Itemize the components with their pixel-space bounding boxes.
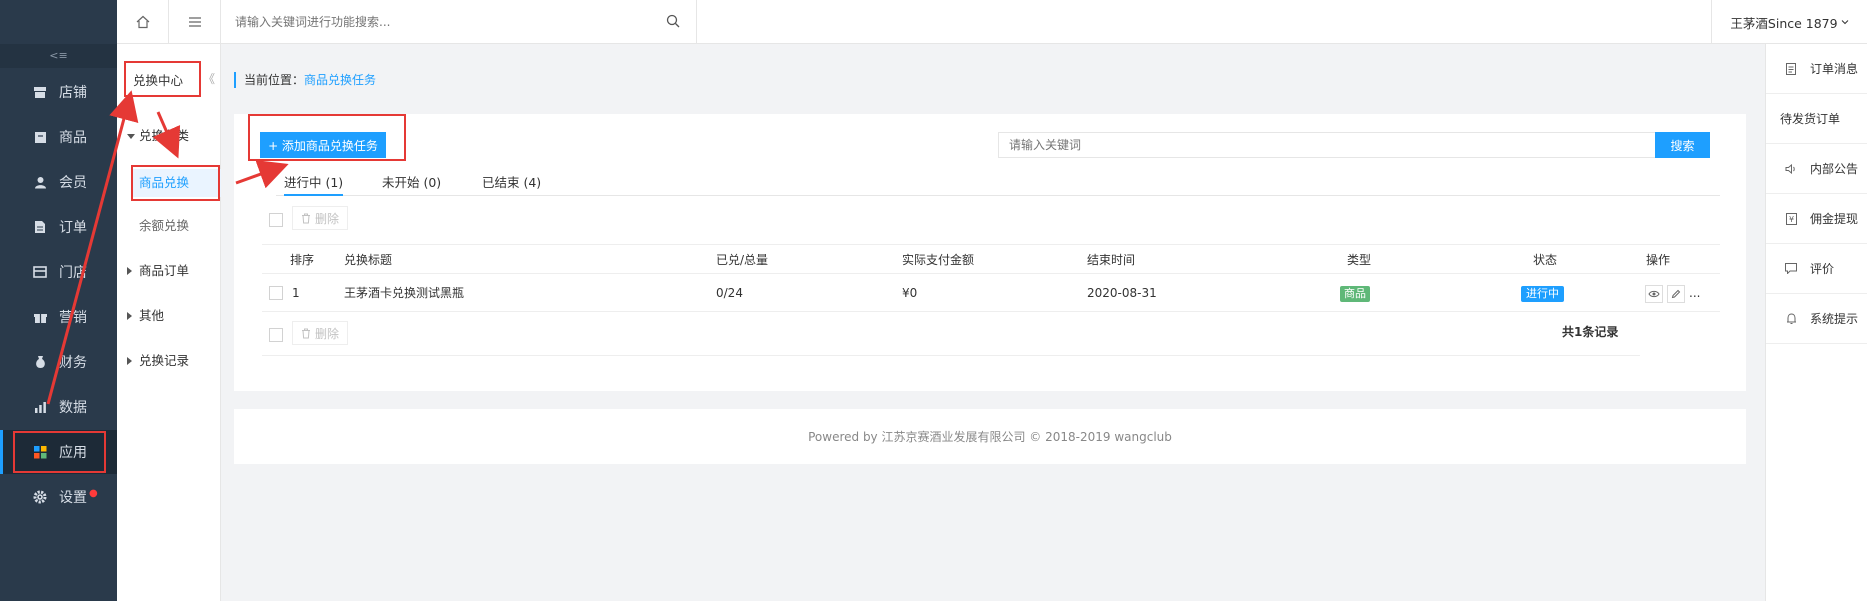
member-icon bbox=[33, 175, 47, 189]
search-icon[interactable] bbox=[666, 14, 680, 28]
user-menu[interactable]: 王茅酒Since 1879 bbox=[1711, 0, 1867, 44]
menu-toggle-button[interactable] bbox=[169, 0, 221, 44]
right-panel: 订单消息 待发货订单 内部公告 ¥ 佣金提现 评价 系统提示 bbox=[1765, 44, 1867, 601]
finance-icon bbox=[33, 355, 47, 369]
tab-ended[interactable]: 已结束 (4) bbox=[482, 172, 541, 196]
bulk-delete-button[interactable]: 删除 bbox=[292, 206, 349, 230]
sub-nav-group-category[interactable]: 兑换分类 bbox=[117, 126, 221, 146]
edit-button[interactable] bbox=[1667, 285, 1685, 303]
bell-icon bbox=[1784, 312, 1798, 325]
caret-right-icon bbox=[127, 357, 132, 365]
trash-icon bbox=[302, 213, 310, 223]
status-badge: 进行中 bbox=[1521, 286, 1564, 302]
annotation-box-apps bbox=[13, 431, 106, 473]
caret-right-icon bbox=[127, 267, 132, 275]
right-item-order-messages[interactable]: 订单消息 bbox=[1766, 44, 1867, 94]
right-item-pending-shipment[interactable]: 待发货订单 bbox=[1766, 94, 1867, 144]
total-records: 共1条记录 bbox=[1562, 325, 1619, 339]
sub-nav-collapse-icon[interactable]: 《 bbox=[203, 70, 215, 87]
data-icon bbox=[33, 400, 47, 414]
shop-icon bbox=[33, 265, 47, 279]
sidebar-item-goods[interactable]: 商品 bbox=[0, 115, 117, 159]
user-label: 王茅酒Since 1879 bbox=[1730, 15, 1838, 31]
footer: Powered by 江苏京赛酒业发展有限公司 © 2018-2019 wang… bbox=[234, 409, 1746, 464]
right-item-commission-withdraw[interactable]: ¥ 佣金提现 bbox=[1766, 194, 1867, 244]
status-tabs: 进行中 (1) 未开始 (0) 已结束 (4) bbox=[276, 168, 1720, 196]
tab-in-progress[interactable]: 进行中 (1) bbox=[284, 172, 344, 196]
tab-not-started[interactable]: 未开始 (0) bbox=[382, 172, 441, 196]
order-icon bbox=[33, 220, 47, 234]
more-actions-button[interactable]: ... bbox=[1689, 274, 1700, 312]
settings-notification-dot: ● bbox=[89, 487, 98, 499]
caret-right-icon bbox=[127, 134, 135, 143]
home-icon bbox=[136, 15, 149, 29]
store-icon bbox=[33, 85, 47, 99]
annotation-box-goods-exchange bbox=[131, 165, 220, 201]
sidebar-item-order[interactable]: 订单 bbox=[0, 205, 117, 249]
table-row: 1 王茅酒卡兑换测试黑瓶 0/24 ¥0 2020-08-31 商品 进行中 .… bbox=[262, 274, 1720, 312]
function-search-input[interactable] bbox=[235, 15, 655, 29]
search-button[interactable]: 搜索 bbox=[1655, 132, 1710, 158]
sidebar-item-data[interactable]: 数据 bbox=[0, 385, 117, 429]
exchange-task-table: 排序 兑换标题 已兑/总量 实际支付金额 结束时间 类型 状态 操作 1 王茅酒… bbox=[262, 244, 1720, 312]
sidebar-item-marketing[interactable]: 营销 bbox=[0, 295, 117, 339]
right-item-announcements[interactable]: 内部公告 bbox=[1766, 144, 1867, 194]
caret-right-icon bbox=[127, 312, 132, 320]
home-button[interactable] bbox=[117, 0, 169, 44]
comment-icon bbox=[1784, 263, 1798, 274]
function-search bbox=[221, 0, 697, 44]
footer-text: Powered by 江苏京赛酒业发展有限公司 © 2018-2019 wang… bbox=[808, 430, 1172, 444]
svg-text:¥: ¥ bbox=[1788, 215, 1793, 224]
select-all-checkbox-bottom[interactable] bbox=[269, 328, 283, 342]
goods-icon bbox=[33, 130, 47, 144]
type-badge: 商品 bbox=[1340, 286, 1370, 302]
sidebar-item-member[interactable]: 会员 bbox=[0, 160, 117, 204]
main-sidebar: <≡ 店铺 商品 会员 订单 门店 营销 财务 数据 应用 设置 ● bbox=[0, 0, 117, 601]
right-item-reviews[interactable]: 评价 bbox=[1766, 244, 1867, 294]
select-all-checkbox[interactable] bbox=[269, 213, 283, 227]
gear-icon bbox=[33, 490, 47, 504]
table-header: 排序 兑换标题 已兑/总量 实际支付金额 结束时间 类型 状态 操作 bbox=[262, 244, 1720, 274]
sub-nav-item-balance-exchange[interactable]: 余额兑换 bbox=[117, 216, 221, 236]
top-bar: 王茅酒Since 1879 bbox=[117, 0, 1867, 44]
sidebar-item-finance[interactable]: 财务 bbox=[0, 340, 117, 384]
annotation-box-add-button bbox=[248, 114, 406, 161]
message-icon bbox=[1784, 62, 1798, 75]
sidebar-collapse-toggle[interactable]: <≡ bbox=[0, 44, 117, 68]
chevron-down-icon bbox=[1841, 20, 1848, 25]
sidebar-item-settings[interactable]: 设置 ● bbox=[0, 475, 117, 519]
menu-icon bbox=[188, 17, 201, 27]
withdraw-icon: ¥ bbox=[1784, 212, 1798, 225]
pencil-icon bbox=[1671, 289, 1681, 299]
sidebar-item-store[interactable]: 店铺 bbox=[0, 70, 117, 114]
trash-icon bbox=[302, 328, 310, 338]
keyword-input[interactable] bbox=[998, 132, 1656, 158]
breadcrumb: 当前位置：商品兑换任务 bbox=[234, 72, 376, 88]
view-button[interactable] bbox=[1645, 285, 1663, 303]
sub-nav-group-goods-order[interactable]: 商品订单 bbox=[117, 261, 221, 281]
right-item-system-notice[interactable]: 系统提示 bbox=[1766, 294, 1867, 344]
breadcrumb-current-link[interactable]: 商品兑换任务 bbox=[304, 73, 376, 87]
gift-icon bbox=[33, 310, 47, 324]
row-checkbox[interactable] bbox=[269, 286, 283, 300]
bulk-delete-button-bottom[interactable]: 删除 bbox=[292, 321, 349, 345]
sub-nav-group-other[interactable]: 其他 bbox=[117, 306, 221, 326]
sidebar-item-shop[interactable]: 门店 bbox=[0, 250, 117, 294]
eye-icon bbox=[1648, 290, 1660, 298]
sub-navigation: 兑换中心 《 兑换分类 商品兑换 余额兑换 商品订单 其他 兑换记录 bbox=[117, 44, 221, 601]
sub-nav-group-records[interactable]: 兑换记录 bbox=[117, 351, 221, 371]
annotation-box-exchange-center bbox=[124, 61, 201, 97]
speaker-icon bbox=[1784, 163, 1798, 174]
